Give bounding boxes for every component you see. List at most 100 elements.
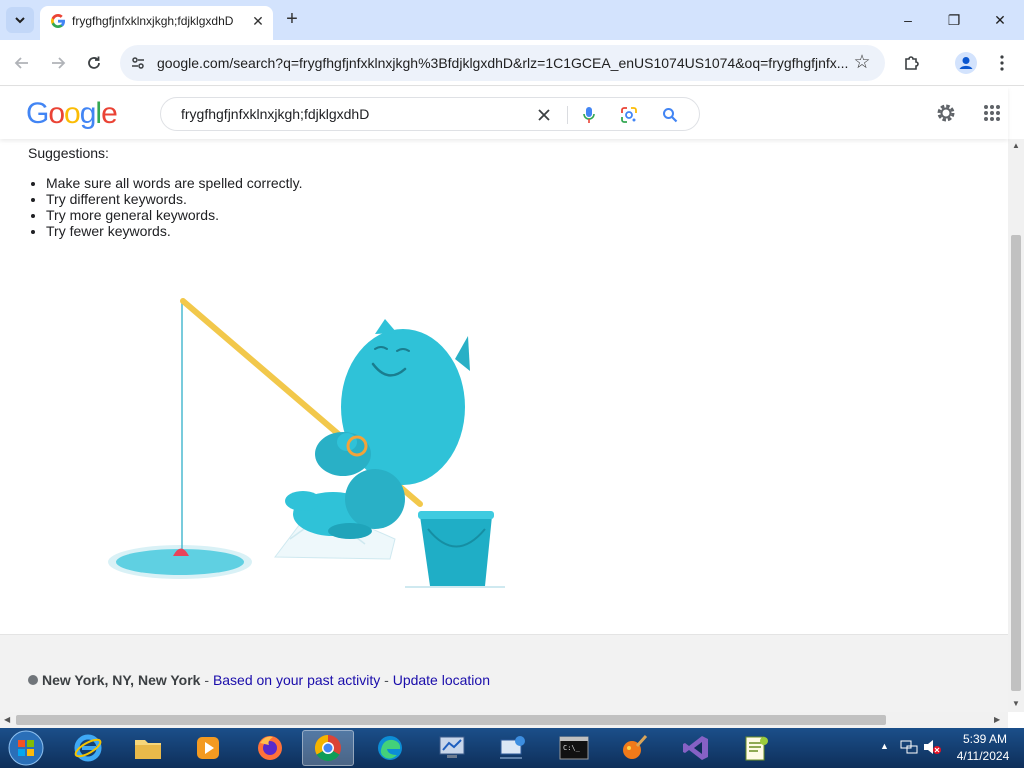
bookmark-star-icon[interactable]: ☆: [850, 51, 874, 75]
browser-menu-button[interactable]: [988, 49, 1016, 77]
taskbar-firefox[interactable]: [244, 730, 296, 766]
profile-button[interactable]: [952, 49, 980, 77]
new-tab-button[interactable]: +: [280, 8, 304, 32]
browser-tab-active[interactable]: frygfhgfjnfxklnxjkgh;fdjklgxdhD ✕: [40, 6, 273, 40]
media-player-icon: [197, 737, 219, 759]
svg-text:C:\_: C:\_: [563, 744, 581, 752]
site-info-button[interactable]: [128, 53, 148, 73]
url-text[interactable]: google.com/search?q=frygfhgfjnfxklnxjkgh…: [157, 55, 849, 71]
search-results-area: Suggestions: Make sure all words are spe…: [0, 139, 1008, 634]
clock-time[interactable]: 5:39 AM: [954, 732, 1016, 746]
settings-button[interactable]: [934, 101, 958, 125]
tab-title: frygfhgfjnfxklnxjkgh;fdjklgxdhD: [72, 14, 234, 28]
suggestions-list: Make sure all words are spelled correctl…: [46, 175, 303, 239]
suggestions-heading: Suggestions:: [28, 145, 109, 161]
close-window-button[interactable]: ✕: [978, 6, 1022, 34]
tune-icon: [132, 57, 144, 69]
lens-search-button[interactable]: [618, 104, 640, 126]
more-vertical-icon: [1000, 55, 1004, 71]
taskbar-remote-desktop[interactable]: [486, 730, 538, 766]
chrome-icon: [314, 734, 341, 762]
taskbar-file-explorer[interactable]: [122, 730, 174, 766]
search-icon: [663, 108, 678, 123]
search-input[interactable]: frygfhgfjnfxklnxjkgh;fdjklgxdhD: [181, 106, 369, 122]
scroll-left-icon[interactable]: ◀: [4, 715, 10, 724]
divider: [567, 106, 568, 124]
windows-taskbar: C:\_ ▲ 5:39 AM 4/11/2024: [0, 728, 1024, 768]
tab-search-button[interactable]: [6, 7, 34, 33]
puzzle-icon: [905, 56, 919, 70]
reload-button[interactable]: [80, 49, 108, 77]
firefox-icon: [258, 736, 282, 760]
minimize-button[interactable]: –: [886, 6, 930, 34]
address-bar[interactable]: google.com/search?q=frygfhgfjnfxklnxjkgh…: [120, 45, 885, 81]
taskbar-command-prompt[interactable]: C:\_: [548, 730, 600, 766]
gear-icon: [937, 104, 955, 122]
horizontal-scroll-thumb[interactable]: [16, 715, 886, 725]
taskbar-notepad-plus-plus[interactable]: [730, 730, 782, 766]
command-prompt-icon: C:\_: [559, 736, 589, 760]
notepad-plus-plus-icon: [745, 736, 768, 761]
paint-brush-icon: [623, 734, 648, 759]
taskbar-network-tool[interactable]: [426, 730, 478, 766]
browser-toolbar: google.com/search?q=frygfhgfjnfxklnxjkgh…: [0, 40, 1024, 86]
scroll-up-icon[interactable]: ▲: [1012, 141, 1020, 150]
arrow-right-icon: [52, 57, 66, 69]
google-lens-icon: [621, 107, 637, 123]
tab-close-button[interactable]: ✕: [248, 11, 268, 31]
back-button[interactable]: [8, 49, 36, 77]
google-favicon-icon: [51, 14, 65, 28]
voice-search-button[interactable]: [578, 104, 600, 126]
scroll-right-icon[interactable]: ▶: [994, 715, 1000, 724]
taskbar-internet-explorer[interactable]: [62, 730, 114, 766]
location-name: New York, NY, New York: [42, 672, 201, 688]
taskbar-media-player[interactable]: [182, 730, 234, 766]
remote-desktop-icon: [500, 736, 525, 759]
vertical-scrollbar[interactable]: ▲ ▼: [1008, 139, 1024, 712]
search-box[interactable]: frygfhgfjnfxklnxjkgh;fdjklgxdhD: [160, 97, 700, 131]
separator: -: [200, 672, 213, 688]
internet-explorer-icon: [74, 734, 102, 762]
network-monitor-icon: [439, 736, 465, 758]
taskbar-visual-studio[interactable]: [670, 730, 722, 766]
taskbar-edge[interactable]: [364, 730, 416, 766]
arrow-left-icon: [14, 57, 28, 69]
restore-button[interactable]: ❐: [932, 6, 976, 34]
google-logo[interactable]: Google: [26, 97, 118, 131]
suggestion-item: Try more general keywords.: [46, 207, 303, 223]
vertical-scroll-thumb[interactable]: [1011, 235, 1021, 691]
separator: -: [380, 672, 393, 688]
close-icon: [538, 109, 550, 121]
system-tray: ▲ 5:39 AM 4/11/2024: [876, 728, 1024, 768]
avatar-icon: [955, 52, 977, 74]
taskbar-chrome[interactable]: [302, 730, 354, 766]
extensions-button[interactable]: [898, 49, 926, 77]
scroll-down-icon[interactable]: ▼: [1012, 699, 1020, 708]
tab-strip: frygfhgfjnfxklnxjkgh;fdjklgxdhD ✕ + – ❐ …: [0, 0, 1024, 40]
apps-grid-icon: [984, 105, 1000, 121]
start-button[interactable]: [4, 730, 48, 766]
google-search-header: Google frygfhgfjnfxklnxjkgh;fdjklgxdhD: [0, 87, 1008, 139]
suggestion-item: Try different keywords.: [46, 191, 303, 207]
location-line: New York, NY, New York - Based on your p…: [28, 672, 490, 688]
windows-start-icon: [8, 730, 44, 766]
suggestion-item: Make sure all words are spelled correctl…: [46, 175, 303, 191]
update-location-link[interactable]: Update location: [393, 672, 490, 688]
search-button[interactable]: [659, 104, 681, 126]
chevron-down-icon: [15, 17, 25, 24]
location-dot-icon: [28, 675, 38, 685]
reload-icon: [88, 56, 100, 69]
forward-button[interactable]: [44, 49, 72, 77]
clock-date[interactable]: 4/11/2024: [948, 749, 1018, 763]
google-apps-button[interactable]: [980, 101, 1004, 125]
show-hidden-icons-button[interactable]: ▲: [880, 741, 889, 751]
taskbar-paint[interactable]: [608, 730, 660, 766]
network-icon[interactable]: [900, 739, 918, 760]
microphone-icon: [583, 107, 595, 123]
based-on-activity-link[interactable]: Based on your past activity: [213, 672, 380, 688]
edge-icon: [378, 736, 402, 760]
clear-search-button[interactable]: [533, 104, 555, 126]
volume-muted-icon[interactable]: [922, 739, 942, 760]
folder-icon: [135, 740, 161, 759]
horizontal-scrollbar[interactable]: ◀ ▶: [0, 712, 1008, 728]
